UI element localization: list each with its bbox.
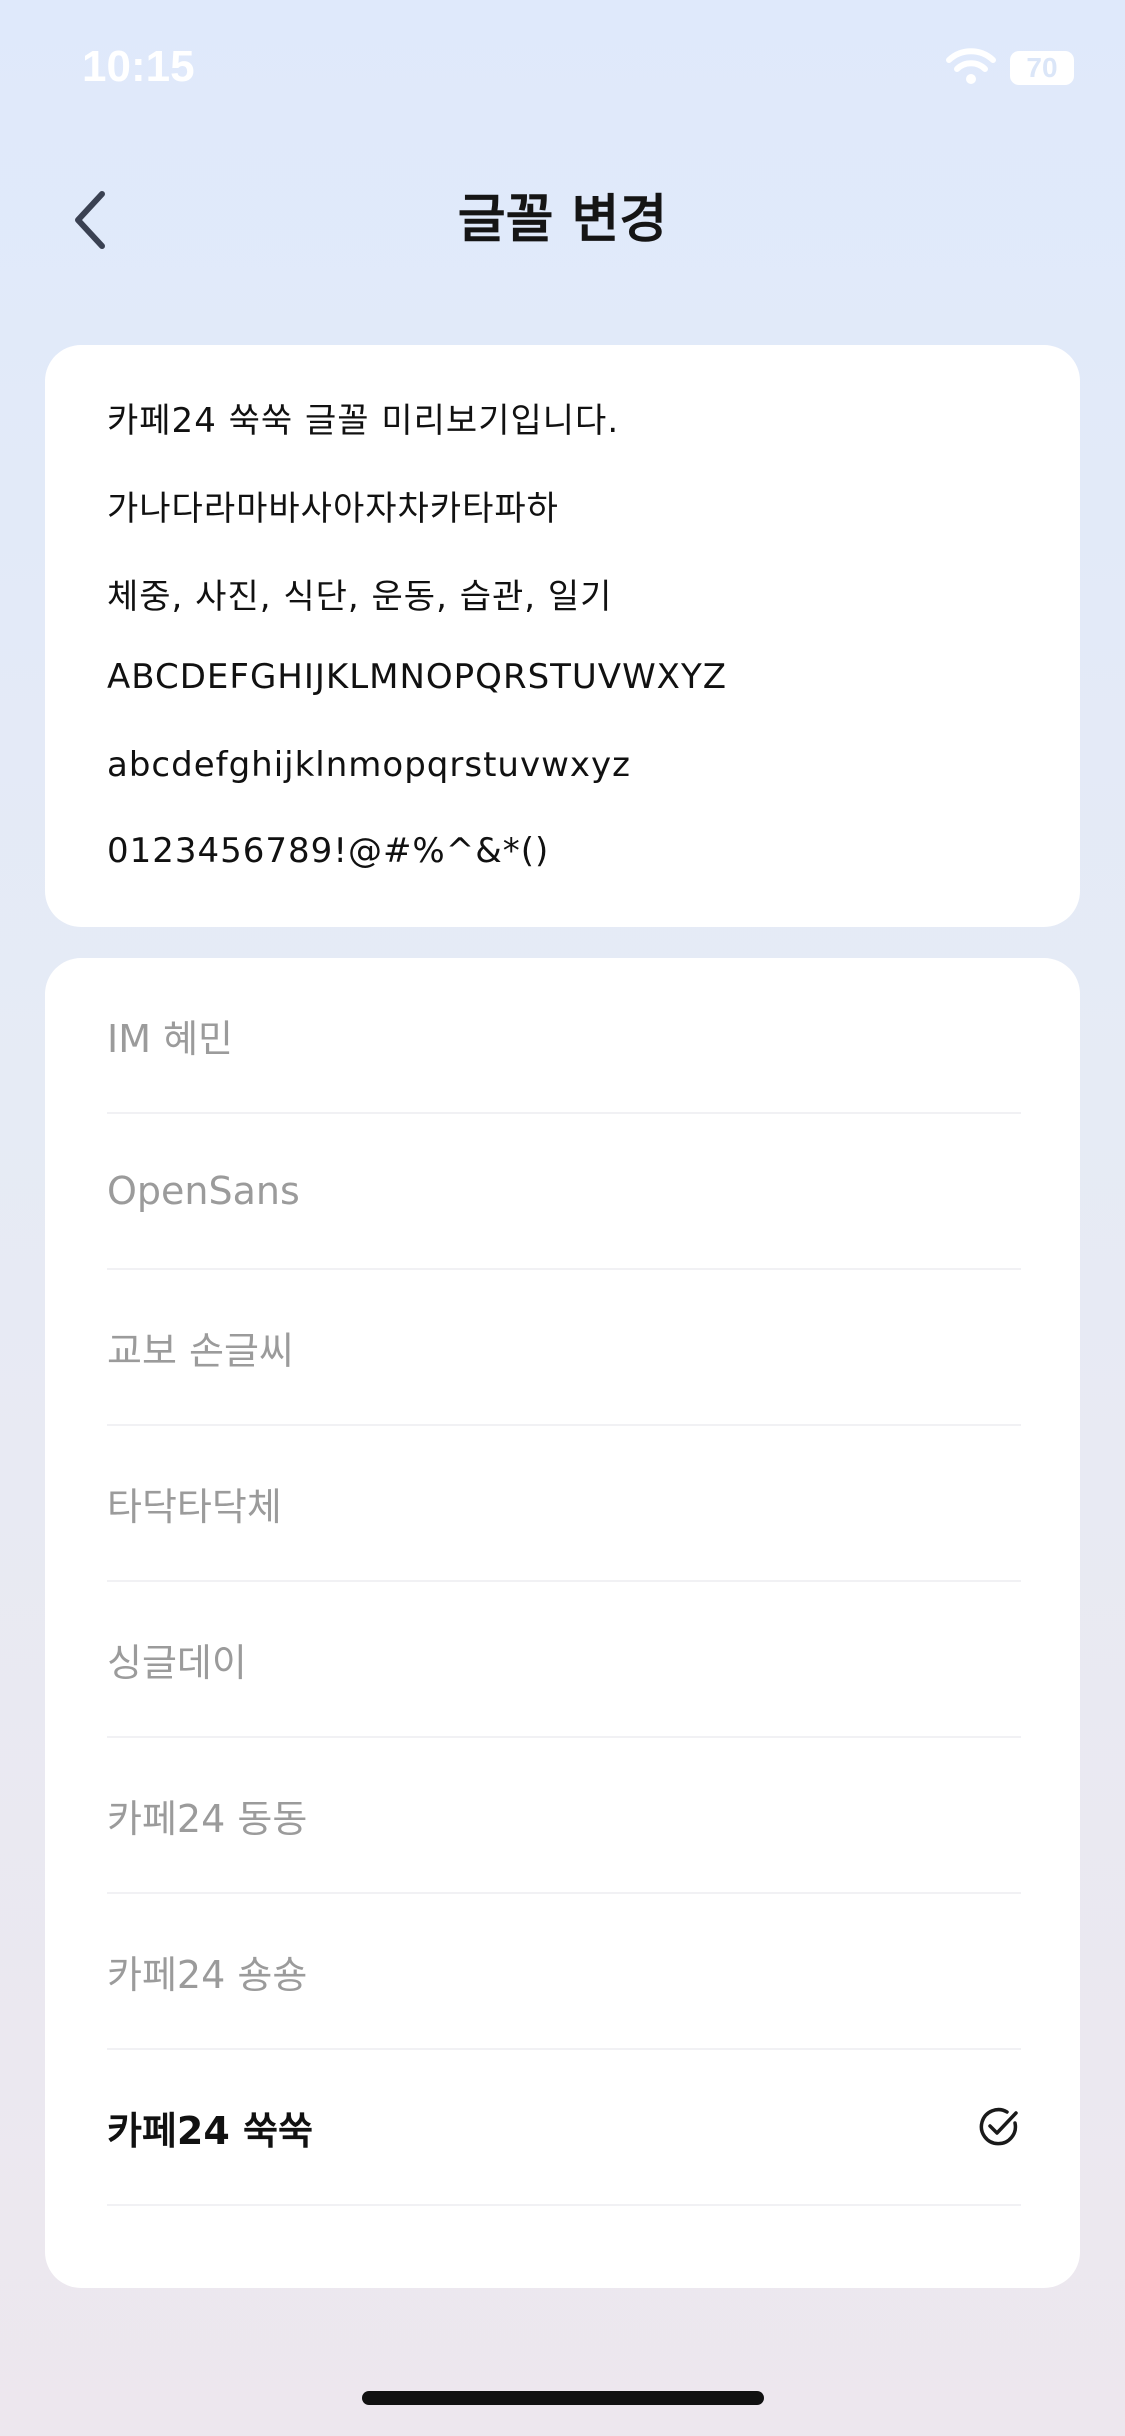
font-item-label: 카페24 숑숑 xyxy=(107,1952,308,1997)
font-item-cafe24-dongdong[interactable]: 카페24 동동 xyxy=(107,1738,1021,1894)
font-list: IM 혜민 OpenSans 교보 손글씨 타닥타닥체 싱글데이 카페24 동동… xyxy=(45,958,1080,2288)
font-preview-card: 카페24 쑥쑥 글꼴 미리보기입니다. 가나다라마바사아자차카타파하 체중, 사… xyxy=(45,345,1080,927)
font-item-label: 카페24 쑥쑥 xyxy=(107,2108,313,2153)
preview-line: 0123456789!@#%^&*() xyxy=(107,831,550,871)
font-item-label: OpenSans xyxy=(107,1169,300,1213)
font-item-im-hyemin[interactable]: IM 혜민 xyxy=(107,958,1021,1114)
font-item-label: 교보 손글씨 xyxy=(107,1328,294,1373)
header: 글꼴 변경 xyxy=(0,160,1125,280)
font-item-label: 타닥타닥체 xyxy=(107,1484,282,1529)
preview-line: 체중, 사진, 식단, 운동, 습관, 일기 xyxy=(107,577,613,617)
battery-indicator: 70 xyxy=(1010,51,1074,85)
font-item-cafe24-syongsyong[interactable]: 카페24 숑숑 xyxy=(107,1894,1021,2050)
page-title: 글꼴 변경 xyxy=(457,190,668,250)
preview-line: abcdefghijklnmopqrstuvwxyz xyxy=(107,745,631,785)
preview-line: ABCDEFGHIJKLMNOPQRSTUVWXYZ xyxy=(107,657,728,697)
status-time: 10:15 xyxy=(82,42,195,91)
font-item-label: IM 혜민 xyxy=(107,1016,233,1061)
font-item-opensans[interactable]: OpenSans xyxy=(107,1114,1021,1270)
font-item-cafe24-ssukssuk[interactable]: 카페24 쑥쑥 xyxy=(107,2050,1021,2206)
status-bar: 10:15 70 xyxy=(0,0,1125,135)
preview-line: 가나다라마바사아자차카타파하 xyxy=(107,489,559,529)
check-circle-icon xyxy=(979,2107,1018,2146)
font-item-tadak[interactable]: 타닥타닥체 xyxy=(107,1426,1021,1582)
home-indicator xyxy=(362,2391,764,2405)
wifi-icon xyxy=(946,48,996,84)
font-item-singleday[interactable]: 싱글데이 xyxy=(107,1582,1021,1738)
font-item-label: 카페24 동동 xyxy=(107,1796,308,1841)
battery-level: 70 xyxy=(1026,52,1058,83)
font-item-kyobo-handwriting[interactable]: 교보 손글씨 xyxy=(107,1270,1021,1426)
preview-line: 카페24 쑥쑥 글꼴 미리보기입니다. xyxy=(107,401,620,441)
font-item-label: 싱글데이 xyxy=(107,1640,247,1685)
